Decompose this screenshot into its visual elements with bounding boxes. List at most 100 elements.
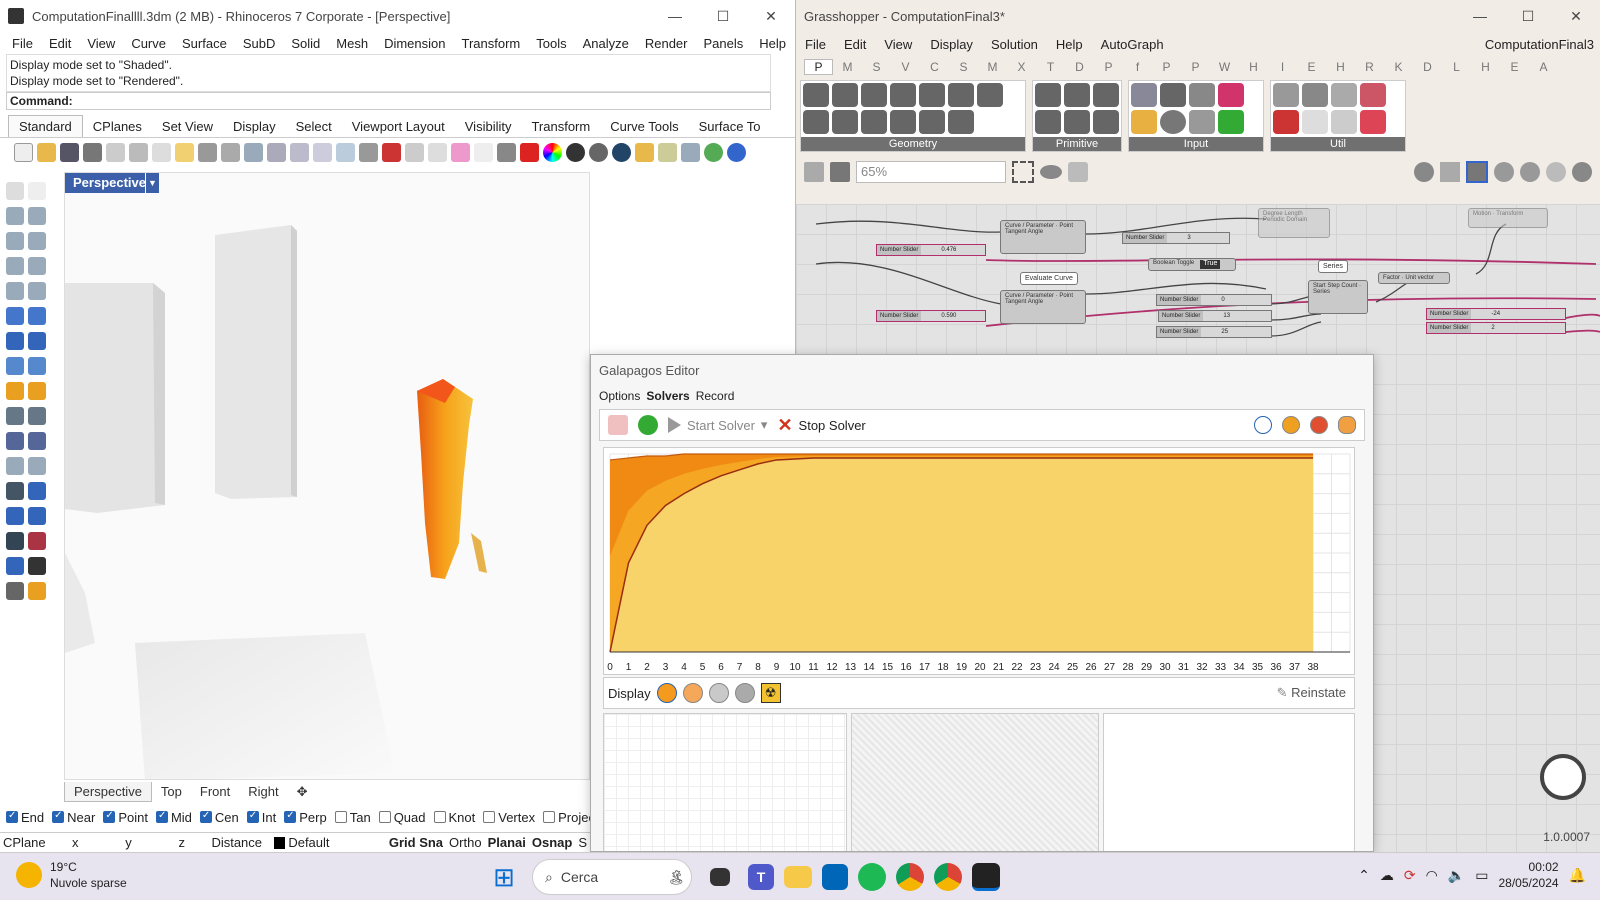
clipboard-icon[interactable] [152,142,171,162]
sphere-icon[interactable] [28,332,46,350]
rhino-taskbar-icon[interactable] [972,863,1000,891]
material-ball-icon[interactable] [566,142,585,162]
tab-viewport-layout[interactable]: Viewport Layout [342,116,455,137]
fillet-icon[interactable] [6,382,24,400]
tab-display[interactable]: Display [223,116,286,137]
section-icon[interactable] [6,557,24,575]
status-layer[interactable]: Default [285,835,386,850]
annealing-solver-icon[interactable] [638,415,658,435]
box-param-icon[interactable] [948,83,974,107]
radiation-icon[interactable]: ☢ [760,683,781,703]
osnap-point[interactable]: Point [103,810,148,825]
dimension-icon[interactable] [6,407,24,425]
lock-icon[interactable] [497,142,516,162]
menu-tools[interactable]: Tools [528,36,574,51]
number-slider[interactable]: Number Slider 25 [1156,326,1272,338]
number-slider[interactable]: Number Slider 2 [1426,322,1566,334]
gh-tab-curve[interactable]: C [920,60,949,74]
geometry-icon[interactable] [803,83,829,107]
onedrive-icon[interactable]: ☁ [1380,867,1394,884]
evaluate-curve-node[interactable]: Curve / Parameter · Point Tangent Angle [1000,220,1086,254]
add-viewtab-icon[interactable]: ✥ [288,782,317,802]
number-param-icon[interactable] [1035,110,1061,134]
start-solver-button[interactable]: Start Solver ▾ [668,417,767,433]
tab-curve-tools[interactable]: Curve Tools [600,116,688,137]
perspective-viewport[interactable]: Perspective ▼ [64,172,590,780]
weather-widget[interactable]: 19°C Nuvole sparse [16,859,127,891]
osnap-near[interactable]: Near [52,810,95,825]
gh-tab-h2[interactable]: H [1326,60,1355,74]
paste-icon[interactable] [175,142,194,162]
boolean-param-icon[interactable] [1035,83,1061,107]
options-icon[interactable] [658,142,677,162]
gh-tab-i[interactable]: I [1268,60,1297,74]
panel-icon[interactable] [1160,83,1186,107]
volume-icon[interactable]: 🔈 [1448,867,1465,884]
menu-solid[interactable]: Solid [283,36,328,51]
gh-menu-display[interactable]: Display [921,37,982,52]
status-osnap[interactable]: Osnap [529,835,575,850]
render-tool-icon[interactable] [6,582,24,600]
gh-minimize-button[interactable]: — [1456,8,1504,24]
freeform-icon[interactable] [28,282,46,300]
toggle-icon[interactable] [1189,83,1215,107]
zoom-icon[interactable] [267,142,286,162]
gh-document-name[interactable]: ComputationFinal3 [1476,37,1600,52]
help-icon[interactable] [727,142,746,162]
flask-icon[interactable] [1360,110,1386,134]
osnap-tan[interactable]: Tan [334,810,371,825]
point-tool-icon[interactable] [28,182,46,200]
display-dark-grey-icon[interactable] [734,683,755,703]
curve-domain-node[interactable]: Degree Length Periodic Domain [1258,208,1330,238]
gh-tab-p3[interactable]: P [1181,60,1210,74]
rotate-view-icon[interactable] [244,142,263,162]
maximize-button[interactable]: ☐ [699,8,747,25]
menu-render[interactable]: Render [637,36,696,51]
zoom-extents-icon[interactable] [1012,161,1034,183]
gh-tab-w[interactable]: W [1210,60,1239,74]
globe-icon[interactable] [704,142,723,162]
light-icon[interactable] [474,142,493,162]
split-icon[interactable] [28,432,46,450]
osnap-end[interactable]: End [6,810,44,825]
menu-file[interactable]: File [4,36,41,51]
cplane-icon[interactable] [382,142,401,162]
surface-icon[interactable] [6,307,24,325]
brush-icon[interactable] [635,142,654,162]
osnap-knot[interactable]: Knot [433,810,475,825]
gh-tab-a[interactable]: A [1529,60,1558,74]
status-planar[interactable]: Planai [485,835,529,850]
analyze-icon[interactable] [28,532,46,550]
osnap-mid[interactable]: Mid [155,810,192,825]
gh-tab-display[interactable]: D [1065,60,1094,74]
gh-tab-l[interactable]: L [1442,60,1471,74]
gh-tab-vector[interactable]: V [891,60,920,74]
chrome-icon[interactable] [896,863,924,891]
sketch-icon[interactable] [1068,162,1088,182]
gh-tab-maths[interactable]: M [833,60,862,74]
gh-menu-solution[interactable]: Solution [982,37,1047,52]
zoom-extents-icon[interactable] [313,142,332,162]
circle-param-icon[interactable] [861,83,887,107]
gh-tab-h3[interactable]: H [1471,60,1500,74]
field-param-icon[interactable] [803,110,829,134]
rectangle-icon[interactable] [6,257,24,275]
boolean-icon[interactable] [6,432,24,450]
gh-menu-help[interactable]: Help [1047,37,1092,52]
extrude-icon[interactable] [28,357,46,375]
preview-eye-icon[interactable] [1040,165,1062,179]
zoom-window-icon[interactable] [290,142,309,162]
copy-icon[interactable] [106,142,125,162]
loft-icon[interactable] [28,307,46,325]
grid-icon[interactable] [359,142,378,162]
menu-view[interactable]: View [79,36,123,51]
display-light-orange-icon[interactable] [682,683,703,703]
arc-param-icon[interactable] [890,83,916,107]
render-ball-icon[interactable] [589,142,608,162]
close-button[interactable]: ✕ [747,8,795,25]
circle-icon[interactable] [6,232,24,250]
menu-panels[interactable]: Panels [695,36,751,51]
box-icon[interactable] [6,332,24,350]
file-explorer-icon[interactable] [784,866,812,888]
number-slider[interactable]: Number Slider 13 [1158,310,1272,322]
